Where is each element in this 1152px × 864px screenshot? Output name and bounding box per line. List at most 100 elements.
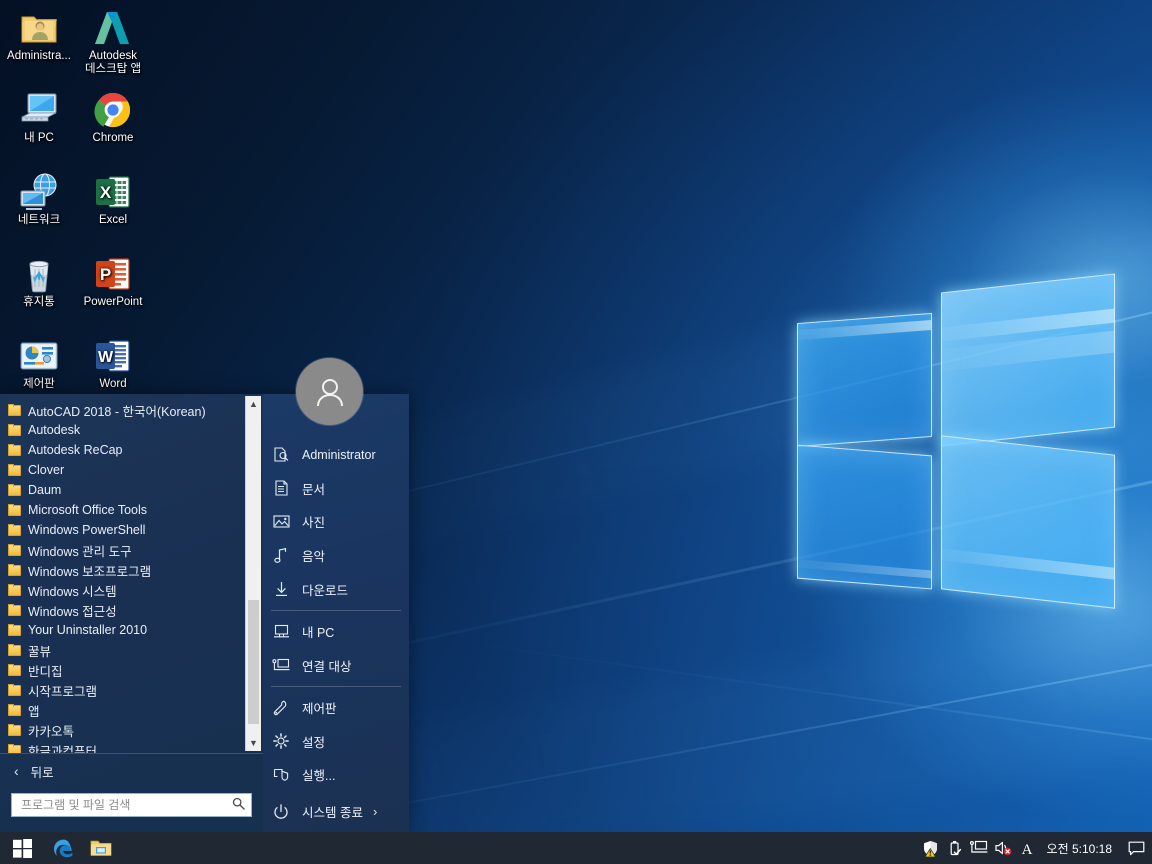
program-list-item[interactable]: Microsoft Office Tools [8, 500, 245, 520]
control-panel-icon [271, 699, 291, 717]
start-menu-item-label: 다운로드 [302, 583, 349, 598]
clock[interactable]: 오전 5:10:18 [1039, 832, 1122, 864]
hero-window-pane-bottom-left [797, 444, 932, 590]
program-list-item[interactable]: Windows 보조프로그램 [8, 560, 245, 580]
program-list-item[interactable]: 꿀뷰 [8, 640, 245, 660]
program-list-item[interactable]: Daum [8, 480, 245, 500]
start-menu-item-documents[interactable]: 문서 [263, 472, 409, 506]
chevron-right-icon[interactable]: › [373, 804, 377, 819]
scroll-up-arrow-icon[interactable]: ▲ [246, 396, 261, 412]
start-menu-item-settings[interactable]: 설정 [263, 725, 409, 759]
start-menu-item-administrator[interactable]: Administrator [263, 438, 409, 472]
ime-A-icon[interactable]: A [1015, 832, 1039, 864]
desktop-icon-this-pc[interactable]: 내 PC [2, 84, 76, 145]
right-panel-separator-2 [271, 686, 401, 687]
program-list-item[interactable]: Autodesk [8, 420, 245, 440]
start-menu-item-connect-to[interactable]: 연결 대상 [263, 648, 409, 682]
excel-icon: X [76, 166, 150, 212]
taskbar-app-file-explorer[interactable] [82, 832, 120, 864]
back-button-label: 뒤로 [30, 765, 54, 780]
start-menu-item-this-pc[interactable]: 내 PC [263, 615, 409, 649]
folder-icon [8, 584, 21, 596]
program-list-item[interactable]: 한글과컴퓨터 [8, 740, 245, 753]
desktop-icon-word[interactable]: W Word [76, 330, 150, 391]
music-icon [271, 547, 291, 565]
taskbar-app-edge[interactable] [44, 832, 82, 864]
scroll-down-arrow-icon[interactable]: ▼ [246, 735, 261, 751]
start-menu-item-pictures[interactable]: 사진 [263, 505, 409, 539]
program-list-item[interactable]: Windows 관리 도구 [8, 540, 245, 560]
chrome-icon [76, 84, 150, 130]
start-button[interactable] [0, 832, 44, 864]
program-list-item[interactable]: Windows 시스템 [8, 580, 245, 600]
start-menu-item-label: 연결 대상 [302, 659, 352, 674]
search-box[interactable] [11, 793, 252, 817]
program-list: AutoCAD 2018 - 한국어(Korean) Autodesk Autode… [0, 394, 245, 753]
program-list-item-label: Windows 접근성 [28, 604, 117, 619]
start-menu-item-label: 음악 [302, 550, 326, 565]
program-list-item-label: Windows 시스템 [28, 584, 117, 599]
speaker-muted-icon[interactable] [991, 832, 1015, 864]
program-list-item[interactable]: 앱 [8, 700, 245, 720]
program-list-item[interactable]: Clover [8, 460, 245, 480]
network-icon[interactable] [967, 832, 991, 864]
svg-text:X: X [100, 183, 112, 202]
program-list-item-label: Clover [28, 463, 65, 477]
program-list-item-label: Microsoft Office Tools [28, 503, 148, 517]
usb-eject-icon[interactable] [943, 832, 967, 864]
desktop-icon-label: Word [99, 378, 127, 390]
back-button[interactable]: ‹ 뒤로 [0, 753, 263, 788]
word-icon: W [76, 330, 150, 376]
desktop-icon-recycle-bin[interactable]: 휴지통 [2, 248, 76, 309]
start-menu-item-label: 사진 [302, 516, 326, 531]
downloads-icon [271, 580, 291, 598]
program-list-item[interactable]: Your Uninstaller 2010 [8, 620, 245, 640]
desktop-icon-label: 제어판 [23, 378, 55, 390]
avatar[interactable] [296, 358, 363, 425]
security-shield-warning-icon[interactable] [919, 832, 943, 864]
program-list-item[interactable]: AutoCAD 2018 - 한국어(Korean) [8, 400, 245, 420]
desktop-icon-grid: Administra... Autodesk 데스크탑 앱 내 PC Chrom… [0, 0, 160, 400]
search-input[interactable] [19, 797, 228, 813]
desktop-icon-excel[interactable]: X Excel [76, 166, 150, 227]
search-container [0, 788, 263, 832]
start-menu-item-control-panel[interactable]: 제어판 [263, 691, 409, 725]
program-list-item-label: Your Uninstaller 2010 [28, 623, 148, 637]
desktop-icon-label: 네트워크 [17, 214, 61, 226]
desktop-icon-control-panel[interactable]: 제어판 [2, 330, 76, 391]
folder-icon [8, 444, 21, 456]
program-list-scrollbar[interactable]: ▲ ▼ [245, 396, 261, 751]
program-list-item[interactable]: 반디집 [8, 660, 245, 680]
program-list-item[interactable]: Autodesk ReCap [8, 440, 245, 460]
documents-icon [271, 479, 291, 497]
folder-icon [8, 524, 21, 536]
hero-window-pane-top-left [797, 312, 932, 448]
start-menu-item-label: 설정 [302, 735, 326, 750]
search-icon [232, 797, 245, 813]
start-menu-item-downloads[interactable]: 다운로드 [263, 572, 409, 606]
desktop-icon-label: PowerPoint [83, 296, 143, 308]
start-menu-item-music[interactable]: 음악 [263, 539, 409, 573]
scrollbar-thumb[interactable] [248, 600, 259, 724]
folder-icon [8, 504, 21, 516]
power-icon [271, 803, 291, 821]
folder-icon [8, 644, 21, 656]
program-list-item[interactable]: 시작프로그램 [8, 680, 245, 700]
program-list-item[interactable]: Windows 접근성 [8, 600, 245, 620]
program-list-item[interactable]: 카카오톡 [8, 720, 245, 740]
desktop-icon-network[interactable]: 네트워크 [2, 166, 76, 227]
program-list-item[interactable]: Windows PowerShell [8, 520, 245, 540]
desktop-icon-label-line2: 데스크탑 앱 [84, 63, 142, 75]
desktop-icon-chrome[interactable]: Chrome [76, 84, 150, 145]
program-list-item-label: 앱 [28, 704, 40, 719]
desktop-icon-autodesk-desktop-app[interactable]: Autodesk 데스크탑 앱 [76, 2, 150, 76]
desktop-icon-administrator[interactable]: Administra... [2, 2, 76, 63]
action-center-button[interactable] [1122, 832, 1150, 864]
start-menu-item-label: 실행... [302, 769, 336, 784]
start-menu-right-panel: Administrator 문서 사진 음악 다운로드 내 PC 연결 대상 제… [263, 358, 409, 832]
program-list-item-label: Autodesk ReCap [28, 443, 123, 457]
start-menu-item-run[interactable]: 실행... [263, 758, 409, 792]
desktop-icon-label-line1: Autodesk [89, 50, 137, 62]
desktop-icon-powerpoint[interactable]: P PowerPoint [76, 248, 150, 309]
shutdown-button[interactable]: 시스템 종료 › [263, 792, 409, 832]
